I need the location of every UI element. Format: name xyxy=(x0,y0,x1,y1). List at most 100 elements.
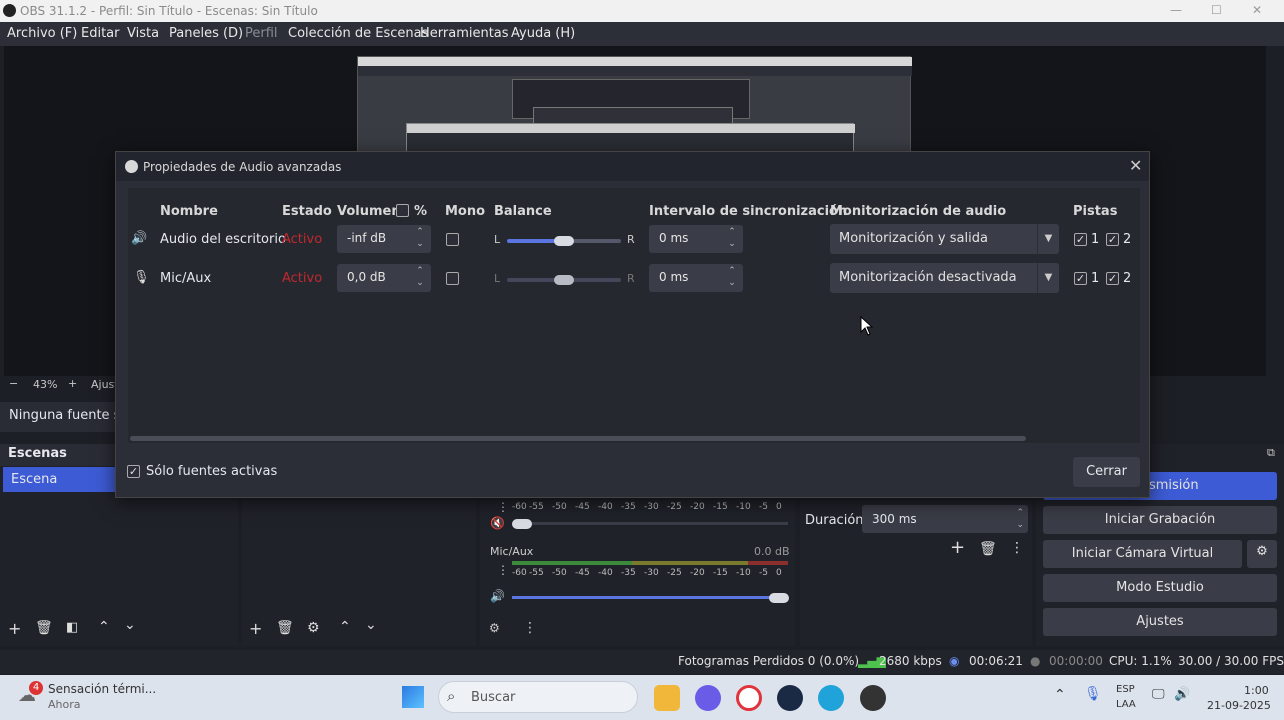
volume-spinbox[interactable]: -inf dB ⌃ ⌄ xyxy=(337,225,431,253)
source-down-icon[interactable]: ⌄ xyxy=(365,617,377,633)
active-only-checkbox[interactable]: ✓ xyxy=(127,465,140,478)
meter-tick-label: -55 xyxy=(529,502,544,512)
clock-time[interactable]: 1:00 xyxy=(1244,684,1269,697)
sync-stepper-icon[interactable]: ⌃ ⌄ xyxy=(723,226,741,252)
zoom-out-button[interactable]: − xyxy=(9,377,18,390)
monitoring-dropdown[interactable]: Monitorización desactivada ▼ xyxy=(830,263,1059,293)
source-settings-icon[interactable]: ⚙ xyxy=(307,620,320,636)
volume-stepper-icon[interactable]: ⌃ ⌄ xyxy=(411,226,429,252)
track1-checkbox[interactable]: ✓ xyxy=(1074,233,1087,246)
track1-checkbox[interactable]: ✓ xyxy=(1074,272,1087,285)
language-label[interactable]: ESP xyxy=(1116,684,1135,695)
minimize-icon[interactable]: — xyxy=(1170,3,1182,17)
header-monitoring: Monitorización de audio xyxy=(830,204,1007,219)
move-down-icon[interactable]: ⌄ xyxy=(124,617,136,633)
weather-title[interactable]: Sensación térmi... xyxy=(48,682,156,696)
menu-perfil[interactable]: Perfil xyxy=(245,26,278,41)
mixer-menu-icon[interactable]: ⋮ xyxy=(523,620,537,636)
zoom-in-button[interactable]: + xyxy=(68,377,77,390)
file-explorer-icon[interactable] xyxy=(654,685,680,711)
mic-volume-slider[interactable] xyxy=(512,596,788,599)
horizontal-scrollbar[interactable] xyxy=(130,436,1026,441)
network-icon[interactable]: 🖵 xyxy=(1152,687,1165,702)
mono-checkbox[interactable] xyxy=(446,233,459,246)
mic-mixer-menu-icon[interactable]: ⋮ xyxy=(497,563,509,577)
mic-speaker-icon[interactable]: 🔊 xyxy=(490,589,505,603)
monitoring-dropdown[interactable]: Monitorización y salida ▼ xyxy=(830,224,1059,254)
duration-stepper-icon[interactable]: ⌃ ⌄ xyxy=(1016,507,1024,531)
maximize-icon[interactable]: ☐ xyxy=(1211,3,1222,17)
add-source-icon[interactable]: + xyxy=(249,619,262,638)
menu-archivo[interactable]: Archivo (F) xyxy=(7,26,77,41)
track2-label: 2 xyxy=(1123,271,1132,286)
header-mono: Mono xyxy=(445,204,486,219)
balance-knob[interactable] xyxy=(554,275,574,285)
obs-taskbar-icon[interactable] xyxy=(860,685,886,711)
settings-button[interactable]: Ajustes xyxy=(1043,608,1277,636)
balance-knob[interactable] xyxy=(554,236,574,246)
sync-value: 0 ms xyxy=(659,231,689,245)
discord-icon[interactable] xyxy=(695,685,721,711)
move-up-icon[interactable]: ⌃ xyxy=(98,619,110,635)
keyboard-label[interactable]: LAA xyxy=(1116,699,1136,710)
menu-herramientas[interactable]: Herramientas xyxy=(420,26,509,41)
studio-mode-button[interactable]: Modo Estudio xyxy=(1043,574,1277,602)
undock-icon[interactable]: ⧉ xyxy=(1267,446,1275,460)
track2-checkbox[interactable]: ✓ xyxy=(1106,233,1119,246)
volume-icon[interactable]: 🔊 xyxy=(1174,687,1190,702)
tray-overflow-icon[interactable]: ⌃ xyxy=(1054,687,1066,703)
meter-tick-label: -25 xyxy=(667,502,682,512)
menu-ayuda[interactable]: Ayuda (H) xyxy=(511,26,575,41)
sync-offset-spinbox[interactable]: 0 ms ⌃ ⌄ xyxy=(649,225,743,253)
start-virtual-camera-button[interactable]: Iniciar Cámara Virtual xyxy=(1043,540,1242,568)
windows-start-icon[interactable] xyxy=(402,686,424,708)
volume-spinbox[interactable]: 0,0 dB ⌃ ⌄ xyxy=(337,264,431,292)
clock-date[interactable]: 21-09-2025 xyxy=(1207,699,1271,712)
mic-volume-knob[interactable] xyxy=(769,593,789,603)
delete-scene-icon[interactable]: 🗑 xyxy=(35,620,53,636)
volume-percent-checkbox[interactable] xyxy=(396,204,409,217)
delete-transition-icon[interactable]: 🗑 xyxy=(979,541,997,557)
source-up-icon[interactable]: ⌃ xyxy=(339,619,351,635)
meter-tick-label: -60 xyxy=(512,502,527,512)
speaker-icon: 🔊 xyxy=(131,231,148,246)
active-only-label[interactable]: Sólo fuentes activas xyxy=(146,464,277,479)
meter-tick-label: -15 xyxy=(713,568,728,578)
menu-coleccion[interactable]: Colección de Escenas xyxy=(288,26,428,41)
desktop-volume-slider[interactable] xyxy=(512,522,788,525)
steam-icon[interactable] xyxy=(777,685,803,711)
close-window-icon[interactable]: ✕ xyxy=(1252,3,1262,17)
scene-item[interactable]: Escena xyxy=(3,467,117,492)
dialog-close-icon[interactable]: ✕ xyxy=(1129,156,1142,175)
sync-stepper-icon[interactable]: ⌃ ⌄ xyxy=(723,265,741,291)
search-placeholder: Buscar xyxy=(471,690,516,705)
menu-editar[interactable]: Editar xyxy=(81,26,120,41)
close-button[interactable]: Cerrar xyxy=(1073,457,1140,487)
mixer-settings-icon[interactable]: ⚙ xyxy=(489,621,500,635)
virtual-camera-settings-button[interactable]: ⚙ xyxy=(1247,540,1277,568)
opera-icon[interactable] xyxy=(736,685,762,711)
status-active: Activo xyxy=(282,232,323,247)
desktop-volume-knob[interactable] xyxy=(512,519,532,529)
desktop-muted-icon[interactable]: 🔇 xyxy=(490,516,505,530)
add-scene-icon[interactable]: + xyxy=(8,619,21,638)
delete-source-icon[interactable]: 🗑 xyxy=(276,620,294,636)
mono-checkbox[interactable] xyxy=(446,272,459,285)
sync-offset-spinbox[interactable]: 0 ms ⌃ ⌄ xyxy=(649,264,743,292)
edge-icon[interactable] xyxy=(818,685,844,711)
scene-filter-icon[interactable]: ◧ xyxy=(66,620,78,635)
menu-paneles[interactable]: Paneles (D) xyxy=(169,26,243,41)
microphone-icon[interactable]: 🎙 xyxy=(1084,686,1102,702)
start-recording-button[interactable]: Iniciar Grabación xyxy=(1043,506,1277,534)
track2-checkbox[interactable]: ✓ xyxy=(1106,272,1119,285)
add-transition-icon[interactable]: + xyxy=(950,537,965,558)
balance-right-label: R xyxy=(627,272,635,285)
obs-logo-icon xyxy=(3,4,16,17)
taskbar-search[interactable]: ⌕ Buscar xyxy=(438,681,638,713)
menu-vista[interactable]: Vista xyxy=(127,26,159,41)
desktop-mixer-menu-icon[interactable]: ⋮ xyxy=(497,500,509,514)
meter-tick-label: -50 xyxy=(552,502,567,512)
transition-menu-icon[interactable]: ⋮ xyxy=(1010,540,1024,556)
duration-spinbox[interactable]: 300 ms ⌃ ⌄ xyxy=(862,505,1028,533)
volume-stepper-icon[interactable]: ⌃ ⌄ xyxy=(411,265,429,291)
